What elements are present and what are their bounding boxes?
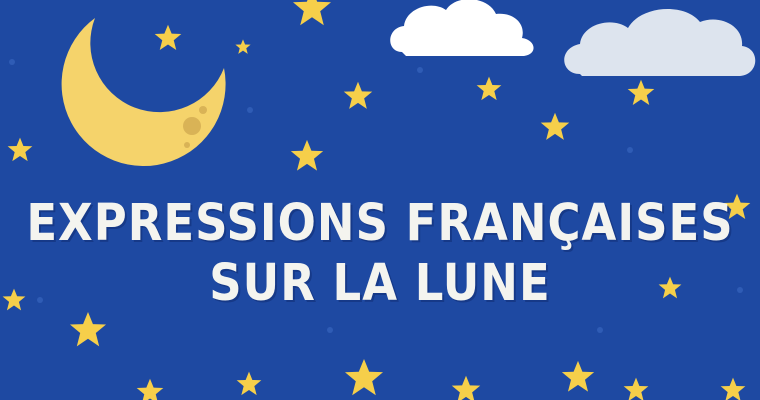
star-icon xyxy=(451,375,481,400)
star-icon xyxy=(69,311,107,347)
star-icon xyxy=(290,139,324,171)
title-line-1: EXPRESSIONS FRANÇAISES xyxy=(26,192,734,253)
title-line-2: SUR LA LUNE xyxy=(209,252,551,313)
crescent-moon-icon xyxy=(61,18,226,167)
star-icon xyxy=(136,378,164,400)
star-icon xyxy=(154,24,182,51)
star-icon xyxy=(235,39,251,54)
star-icon xyxy=(7,137,33,162)
star-icon xyxy=(343,81,373,109)
star-icon xyxy=(561,360,595,392)
star-icon xyxy=(720,377,746,400)
star-icon xyxy=(345,359,383,396)
star-icon xyxy=(236,371,262,396)
cloud-icon xyxy=(390,0,534,56)
cloud-icon xyxy=(564,9,756,76)
star-icon xyxy=(476,76,502,101)
star-icon xyxy=(540,112,570,140)
star-icon xyxy=(623,377,649,400)
star-icon xyxy=(627,79,655,106)
night-sky-banner: EXPRESSIONS FRANÇAISES SUR LA LUNE xyxy=(0,0,760,400)
star-icon xyxy=(293,0,331,26)
